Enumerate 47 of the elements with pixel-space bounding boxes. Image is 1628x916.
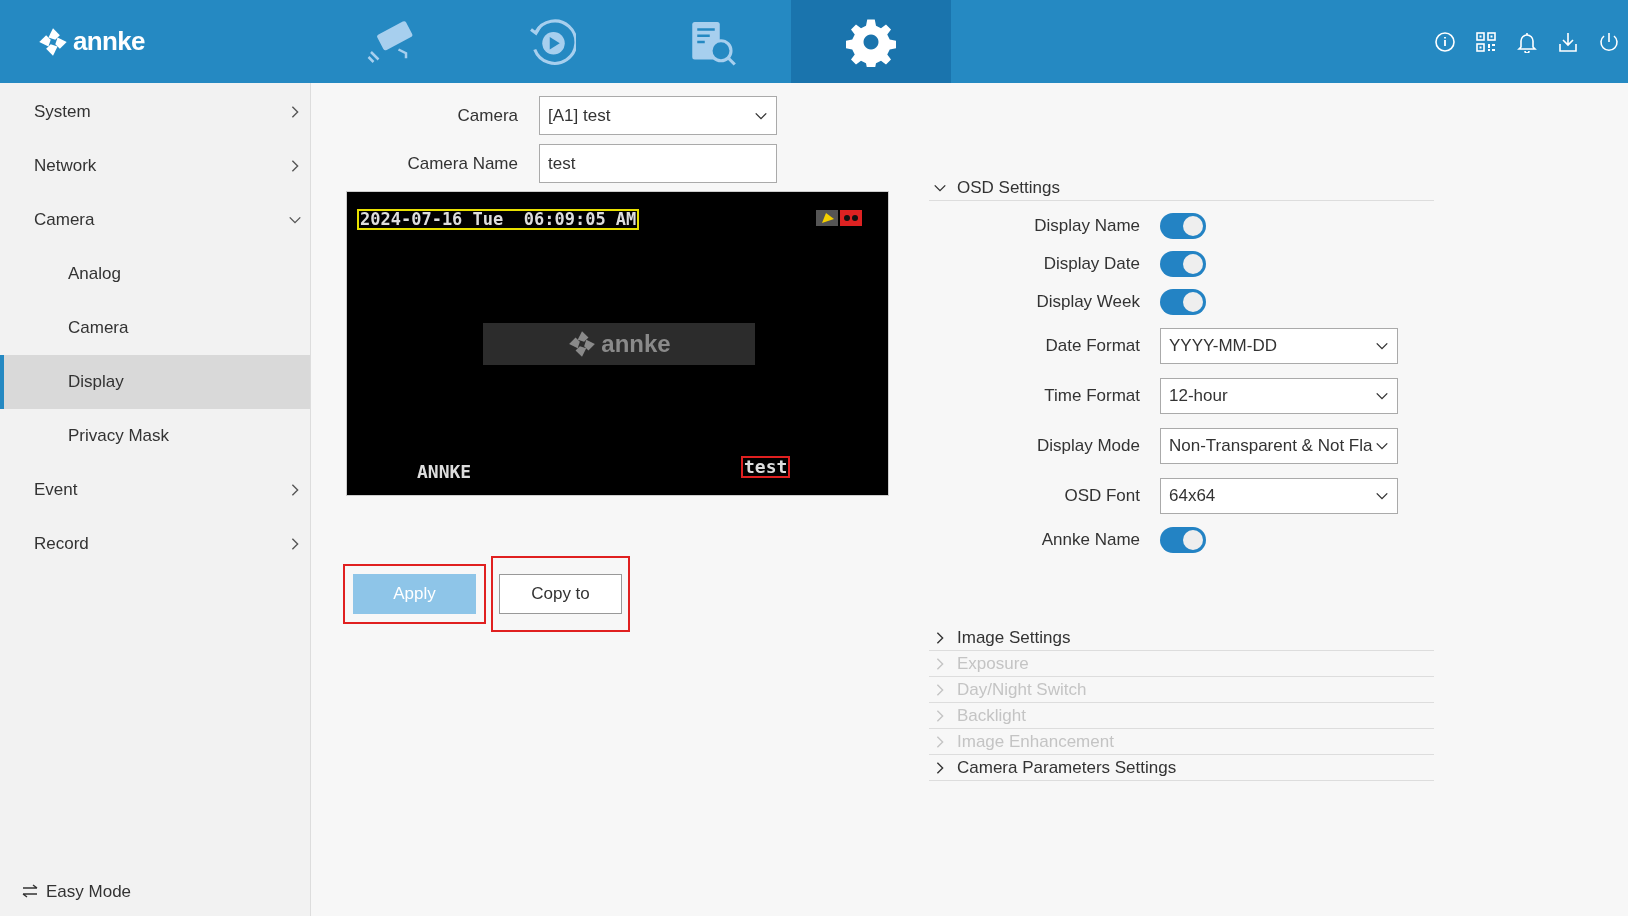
- toggle-switch[interactable]: [1160, 213, 1206, 239]
- sidebar-item[interactable]: System: [0, 85, 310, 139]
- toggle-switch[interactable]: [1160, 251, 1206, 277]
- power-icon[interactable]: [1598, 30, 1620, 53]
- dropdown[interactable]: 12-hour: [1160, 378, 1398, 414]
- sidebar-item[interactable]: Camera: [0, 193, 310, 247]
- sidebar-item[interactable]: Network: [0, 139, 310, 193]
- dropdown[interactable]: 64x64: [1160, 478, 1398, 514]
- nav-tab[interactable]: [791, 0, 951, 83]
- field-label: Date Format: [1044, 335, 1141, 358]
- field-label: Display Name: [1033, 215, 1141, 238]
- sidebar-subitem[interactable]: Camera: [0, 301, 310, 355]
- field-label: Camera Name: [406, 152, 519, 175]
- easy-mode-link[interactable]: Easy Mode: [0, 878, 310, 904]
- osd-camera-name: test: [741, 456, 791, 478]
- logo-text: annke: [73, 25, 145, 58]
- info-icon[interactable]: [1434, 30, 1456, 53]
- field-label: Display Week: [1035, 291, 1141, 314]
- sidebar-subitem[interactable]: Privacy Mask: [0, 409, 310, 463]
- swap-icon: [22, 884, 38, 899]
- field-label: Time Format: [1043, 385, 1141, 408]
- sidebar-item[interactable]: Event: [0, 463, 310, 517]
- osd-datetime: 2024-07-16 Tue 06:09:05 AM: [357, 209, 640, 230]
- section-header[interactable]: OSD Settings: [929, 175, 1434, 201]
- osd-brand-text: ANNKE: [417, 460, 472, 484]
- sidebar-item[interactable]: Record: [0, 517, 310, 571]
- toggle-switch[interactable]: [1160, 289, 1206, 315]
- field-label: Camera: [456, 104, 519, 127]
- camera-select[interactable]: [A1] test: [539, 96, 777, 135]
- section-header[interactable]: Camera Parameters Settings: [929, 755, 1434, 781]
- dropdown[interactable]: YYYY-MM-DD: [1160, 328, 1398, 364]
- sidebar-subitem[interactable]: Display: [0, 355, 310, 409]
- record-icon: [840, 210, 862, 226]
- download-icon[interactable]: [1557, 30, 1579, 53]
- action-button[interactable]: Copy to: [499, 574, 622, 614]
- bell-icon[interactable]: [1516, 30, 1538, 53]
- field-label: OSD Font: [1063, 485, 1141, 508]
- logo-text: annke: [601, 329, 671, 359]
- dropdown[interactable]: Non-Transparent & Not Fla: [1160, 428, 1398, 464]
- field-label: Display Date: [1042, 253, 1141, 276]
- input-field[interactable]: test: [539, 144, 777, 183]
- field-label: Display Mode: [1036, 435, 1141, 458]
- qr-code-icon[interactable]: [1475, 30, 1497, 53]
- sidebar-subitem[interactable]: Analog: [0, 247, 310, 301]
- field-label: Annke Name: [1040, 529, 1141, 552]
- section-header[interactable]: Image Settings: [929, 625, 1434, 651]
- toggle-switch[interactable]: [1160, 527, 1206, 553]
